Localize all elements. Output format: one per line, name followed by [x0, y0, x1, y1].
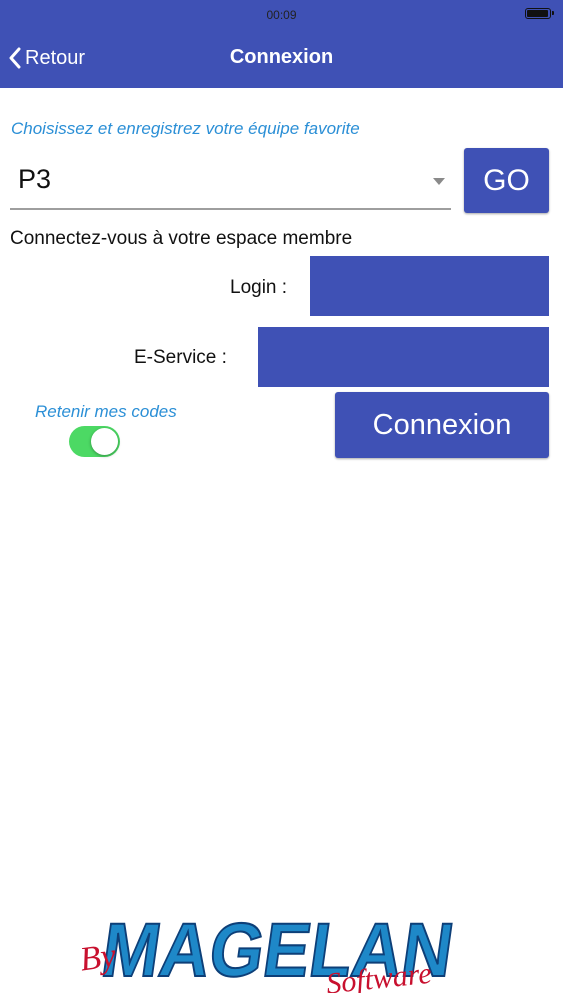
battery-icon: [525, 8, 554, 19]
team-dropdown[interactable]: P3: [10, 158, 451, 210]
toggle-knob: [91, 428, 118, 455]
team-prompt: Choisissez et enregistrez votre équipe f…: [11, 119, 360, 138]
remember-codes-toggle[interactable]: [69, 426, 120, 457]
login-label: Login :: [230, 277, 288, 298]
login-input[interactable]: [310, 256, 549, 316]
status-time: 00:09: [266, 8, 297, 22]
member-heading: Connectez-vous à votre espace membre: [10, 228, 353, 249]
go-button[interactable]: GO: [464, 148, 549, 213]
connect-button[interactable]: Connexion: [335, 392, 549, 458]
remember-codes-label: Retenir mes codes: [35, 402, 177, 421]
team-selected-value: P3: [18, 164, 52, 194]
nav-bar: 00:09 Retour Connexion: [0, 0, 563, 88]
logo-by: By: [80, 937, 119, 979]
magelan-software-logo: MAGELAN By Software: [80, 907, 460, 993]
eservice-input[interactable]: [258, 327, 549, 387]
eservice-label: E-Service :: [134, 347, 227, 368]
page-title: Connexion: [229, 46, 334, 68]
dropdown-arrow-icon: [433, 178, 445, 185]
